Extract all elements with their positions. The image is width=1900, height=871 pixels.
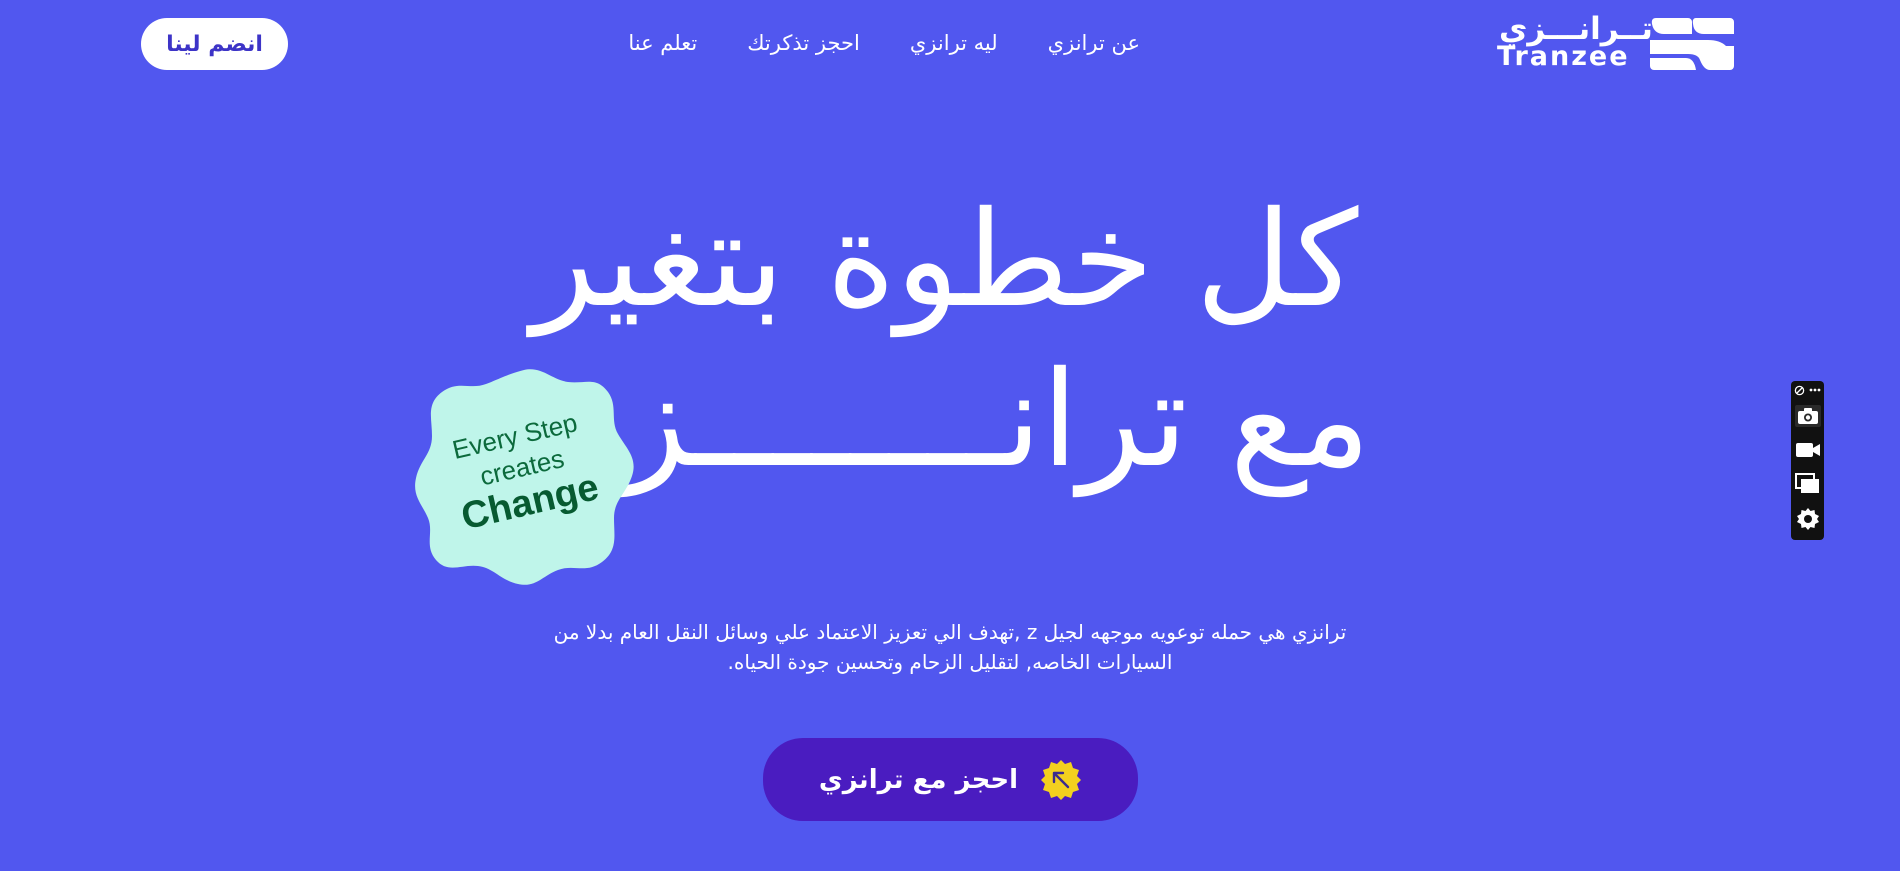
nav-link-learn-about-us[interactable]: تعلم عنا [628, 31, 697, 55]
camera-icon [1794, 405, 1821, 427]
arrow-up-left-icon [1041, 759, 1082, 800]
layers-icon [1794, 473, 1819, 493]
brand-logo[interactable]: تــرانـــزي Tranzee [1495, 12, 1740, 72]
hero-description: ترانزي هي حمله توعويه موجهه لجيل z ,تهدف… [553, 620, 1347, 674]
main-nav: عن ترانزي ليه ترانزي احجز تذكرتك تعلم عن… [628, 26, 1140, 60]
join-us-button[interactable]: انضم لينا [141, 18, 288, 70]
screenshot-tool[interactable] [1791, 403, 1824, 429]
nav-link-about[interactable]: عن ترانزي [1048, 31, 1140, 55]
every-step-badge: Every Step creates Change [410, 362, 638, 590]
site-header: انضم لينا عن ترانزي ليه ترانزي احجز تذكر… [0, 0, 1900, 86]
toolbar-top-row [1791, 383, 1824, 397]
extension-icon[interactable] [1794, 385, 1805, 396]
settings-icon [1796, 508, 1819, 530]
hero-title-line-1: كل خطوة بتغير [531, 183, 1359, 337]
settings-tool[interactable] [1791, 505, 1824, 533]
join-us-label: انضم لينا [166, 31, 263, 57]
capture-window-tool[interactable] [1791, 471, 1824, 497]
more-icon[interactable] [1809, 388, 1821, 392]
video-icon [1795, 443, 1820, 457]
nav-link-book-ticket[interactable]: احجز تذكرتك [747, 31, 860, 55]
brand-mark-icon [1650, 18, 1734, 70]
cta-label: احجز مع ترانزي [818, 764, 1019, 795]
record-video-tool[interactable] [1791, 437, 1824, 463]
brand-name-latin: Tranzee [1497, 41, 1630, 72]
book-with-tranzee-button[interactable]: احجز مع ترانزي [763, 738, 1138, 821]
screen-capture-toolbar [1791, 381, 1824, 540]
nav-link-why[interactable]: ليه ترانزي [910, 31, 998, 55]
